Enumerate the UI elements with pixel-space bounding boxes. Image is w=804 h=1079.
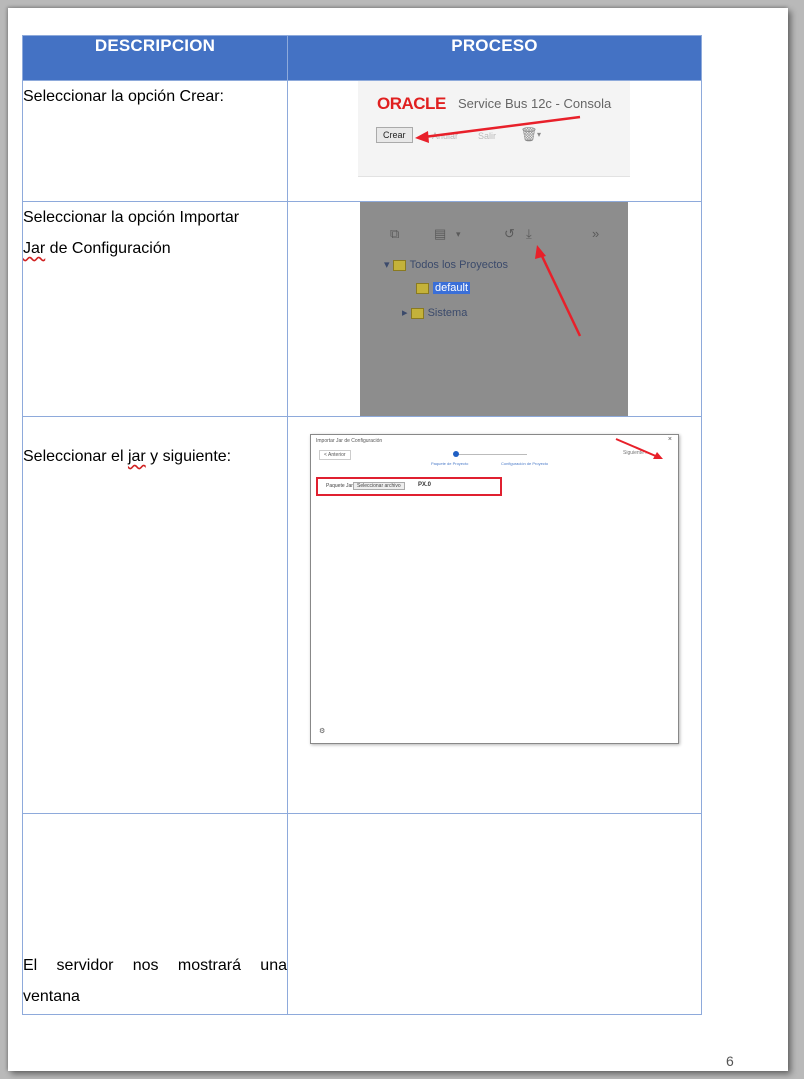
header-description: DESCRIPCION	[22, 35, 288, 81]
red-arrow-annotation	[415, 115, 581, 143]
header-process: PROCESO	[287, 35, 702, 81]
spell-marked-word: Jar	[23, 240, 46, 257]
description-cell: Seleccionar la opción Importar Jar de Co…	[22, 201, 288, 417]
description-cell: Seleccionar el jar y siguiente:	[22, 416, 288, 814]
table-row: Seleccionar la opción Crear: ORACLE Serv…	[22, 80, 702, 202]
process-cell-empty	[287, 813, 702, 1015]
document-page: DESCRIPCION PROCESO Seleccionar la opció…	[8, 8, 788, 1071]
screenshot-crear: ORACLE Service Bus 12c - Consola Crear A…	[358, 81, 630, 177]
process-cell: ⧉ ▤ ▾ ↺ ⤓ » ▾ Todos los Proyectos defaul…	[287, 201, 702, 417]
page-number: 6	[726, 1053, 734, 1069]
screenshot-import: ⧉ ▤ ▾ ↺ ⤓ » ▾ Todos los Proyectos defaul…	[360, 202, 628, 416]
description-cell: El servidor nos mostrará una ventana	[22, 813, 288, 1015]
table-row: Seleccionar el jar y siguiente: Importar…	[22, 416, 702, 814]
description-text: Seleccionar la opción Importar Jar de Co…	[23, 209, 240, 257]
table-row: El servidor nos mostrará una ventana	[22, 813, 702, 1015]
process-cell: Importar Jar de Configuración × < Anteri…	[287, 416, 702, 814]
process-table: DESCRIPCION PROCESO Seleccionar la opció…	[22, 35, 702, 1015]
red-arrow-annotation	[615, 438, 663, 459]
table-row: Seleccionar la opción Importar Jar de Co…	[22, 201, 702, 417]
screenshot-import-jar: Importar Jar de Configuración × < Anteri…	[310, 434, 679, 744]
table-header-row: DESCRIPCION PROCESO	[22, 35, 702, 81]
description-cell: Seleccionar la opción Crear:	[22, 80, 288, 202]
description-text: Seleccionar la opción Crear:	[23, 88, 224, 105]
description-text: El servidor nos mostrará una ventana	[23, 957, 287, 1005]
red-arrow-annotation	[535, 245, 582, 337]
spell-marked-word: jar	[127, 448, 146, 465]
description-text: Seleccionar el jar y siguiente:	[23, 448, 232, 465]
process-cell: ORACLE Service Bus 12c - Consola Crear A…	[287, 80, 702, 202]
